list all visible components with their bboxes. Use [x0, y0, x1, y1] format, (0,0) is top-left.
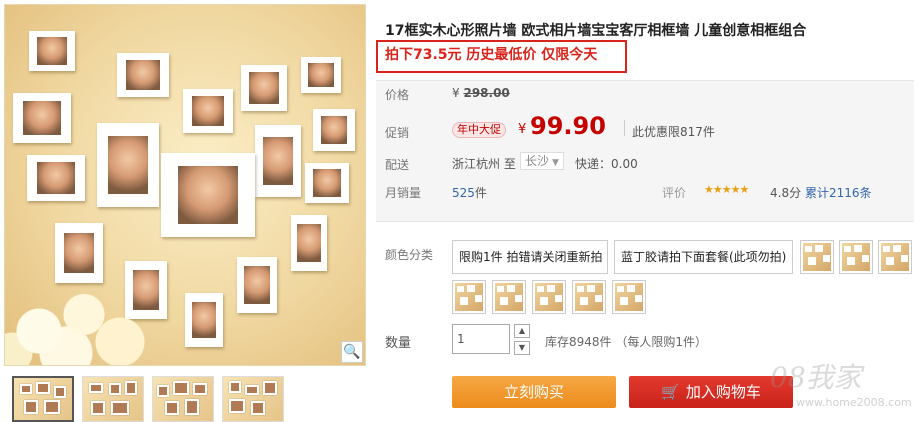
thumbnail-1[interactable] [12, 376, 74, 422]
sku-option-blue-tack[interactable]: 蓝丁胶请拍下面套餐(此项勿拍) [614, 240, 793, 274]
review-count-link[interactable]: 累计2116条 [805, 184, 872, 201]
photo-frame [13, 93, 71, 143]
photo-frame [185, 293, 223, 347]
cart-icon: 🛒 [661, 383, 680, 401]
photo-frame [301, 57, 341, 93]
photo-frame [117, 53, 169, 97]
price-label: 价格 [385, 88, 410, 102]
shipping-label: 配送 [385, 158, 410, 172]
monthly-sales: 525件 [452, 184, 487, 201]
destination-select[interactable]: 长沙 ▼ [520, 152, 564, 170]
sku-swatch[interactable] [612, 280, 646, 314]
original-price-value: 298.00 [463, 86, 510, 100]
divider [624, 120, 625, 136]
sku-swatch[interactable] [800, 240, 834, 274]
photo-frame [27, 155, 85, 201]
photo-frame [255, 125, 301, 197]
sku-swatch[interactable] [572, 280, 606, 314]
sku-swatch[interactable] [532, 280, 566, 314]
chevron-down-icon: ▼ [552, 158, 559, 168]
photo-frame [237, 257, 277, 313]
stock-info: 库存8948件 （每人限购1件） [545, 335, 707, 349]
thumbnail-3[interactable] [152, 376, 214, 422]
sku-swatch[interactable] [492, 280, 526, 314]
monthly-sales-label: 月销量 [385, 186, 422, 200]
sku-swatch[interactable] [452, 280, 486, 314]
add-to-cart-label: 加入购物车 [685, 383, 761, 401]
thumbnail-strip [12, 376, 284, 422]
photo-frame [97, 123, 159, 207]
sales-unit: 件 [474, 186, 487, 200]
promotion-limit: 此优惠限817件 [632, 125, 715, 139]
photo-frame [29, 31, 75, 71]
original-price: ¥ 298.00 [452, 86, 510, 100]
quantity-increase-button[interactable]: ▲ [514, 324, 530, 338]
currency-symbol: ¥ [452, 86, 460, 100]
flower-decoration [5, 265, 165, 365]
sales-count: 525 [452, 186, 475, 200]
sku-swatch[interactable] [839, 240, 873, 274]
photo-frame [313, 109, 355, 151]
quantity-decrease-button[interactable]: ▼ [514, 341, 530, 355]
shipping-fee: 快递：0.00 [575, 157, 638, 171]
sku-swatch[interactable] [878, 240, 912, 274]
promotion-label: 促销 [385, 126, 410, 140]
thumbnail-2[interactable] [82, 376, 144, 422]
watermark-url: www.home2008.com [796, 396, 912, 409]
photo-frame [291, 215, 327, 271]
rating-label: 评价 [662, 186, 687, 200]
product-title: 17框实木心形照片墙 欧式相片墙宝宝客厅相框墙 儿童创意相框组合 [385, 23, 807, 39]
photo-frame [183, 89, 233, 133]
watermark-logo: 08我家 [770, 361, 862, 394]
photo-frame [161, 153, 255, 237]
thumbnail-4[interactable] [222, 376, 284, 422]
promotion-price: 99.90 [530, 112, 606, 140]
color-option-label: 颜色分类 [385, 248, 434, 262]
quantity-label: 数量 [385, 336, 412, 351]
rating-score: 4.8分 [770, 186, 802, 200]
rating-stars-icon: ★★★★★ [704, 183, 749, 196]
shipping-origin: 浙江杭州 至 [452, 157, 516, 171]
promotion-badge: 年中大促 [452, 122, 506, 138]
add-to-cart-button[interactable]: 🛒 加入购物车 [629, 376, 793, 408]
sku-option-limit-one[interactable]: 限购1件 拍错请关闭重新拍 [452, 240, 608, 274]
destination-value: 长沙 [525, 154, 550, 168]
quantity-input[interactable] [452, 324, 510, 354]
photo-frame [241, 65, 287, 111]
photo-frame [305, 163, 349, 203]
zoom-icon[interactable]: 🔍 [341, 341, 363, 363]
currency-symbol: ¥ [518, 122, 527, 137]
buy-now-button[interactable]: 立刻购买 [452, 376, 616, 408]
main-product-image[interactable]: 🔍 [4, 4, 366, 366]
promo-text: 拍下73.5元 历史最低价 仅限今天 [385, 47, 598, 63]
